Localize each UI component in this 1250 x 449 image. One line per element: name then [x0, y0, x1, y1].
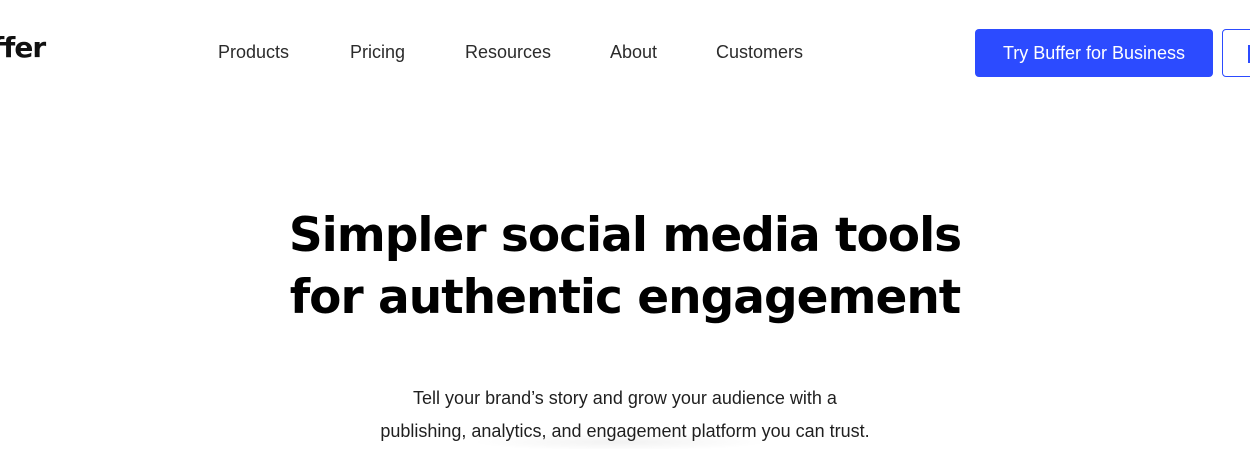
page: ffer Products Pricing Resources About Cu…	[0, 0, 1250, 449]
hero-headline: Simpler social media tools for authentic…	[0, 205, 1250, 329]
nav-products[interactable]: Products	[218, 41, 289, 63]
try-buffer-for-business-button[interactable]: Try Buffer for Business	[975, 29, 1213, 77]
below-fold-shadow	[470, 433, 770, 449]
nav-about[interactable]: About	[610, 41, 657, 63]
hero-headline-line-1: Simpler social media tools	[288, 208, 962, 263]
secondary-header-button[interactable]	[1222, 29, 1250, 77]
buffer-logo[interactable]: ffer	[0, 31, 46, 65]
nav-customers[interactable]: Customers	[716, 41, 803, 63]
hero-subtext-line-1: Tell your brand’s story and grow your au…	[413, 388, 837, 408]
nav-pricing[interactable]: Pricing	[350, 41, 405, 63]
nav-resources[interactable]: Resources	[465, 41, 551, 63]
hero-headline-line-2: for authentic engagement	[289, 270, 962, 325]
